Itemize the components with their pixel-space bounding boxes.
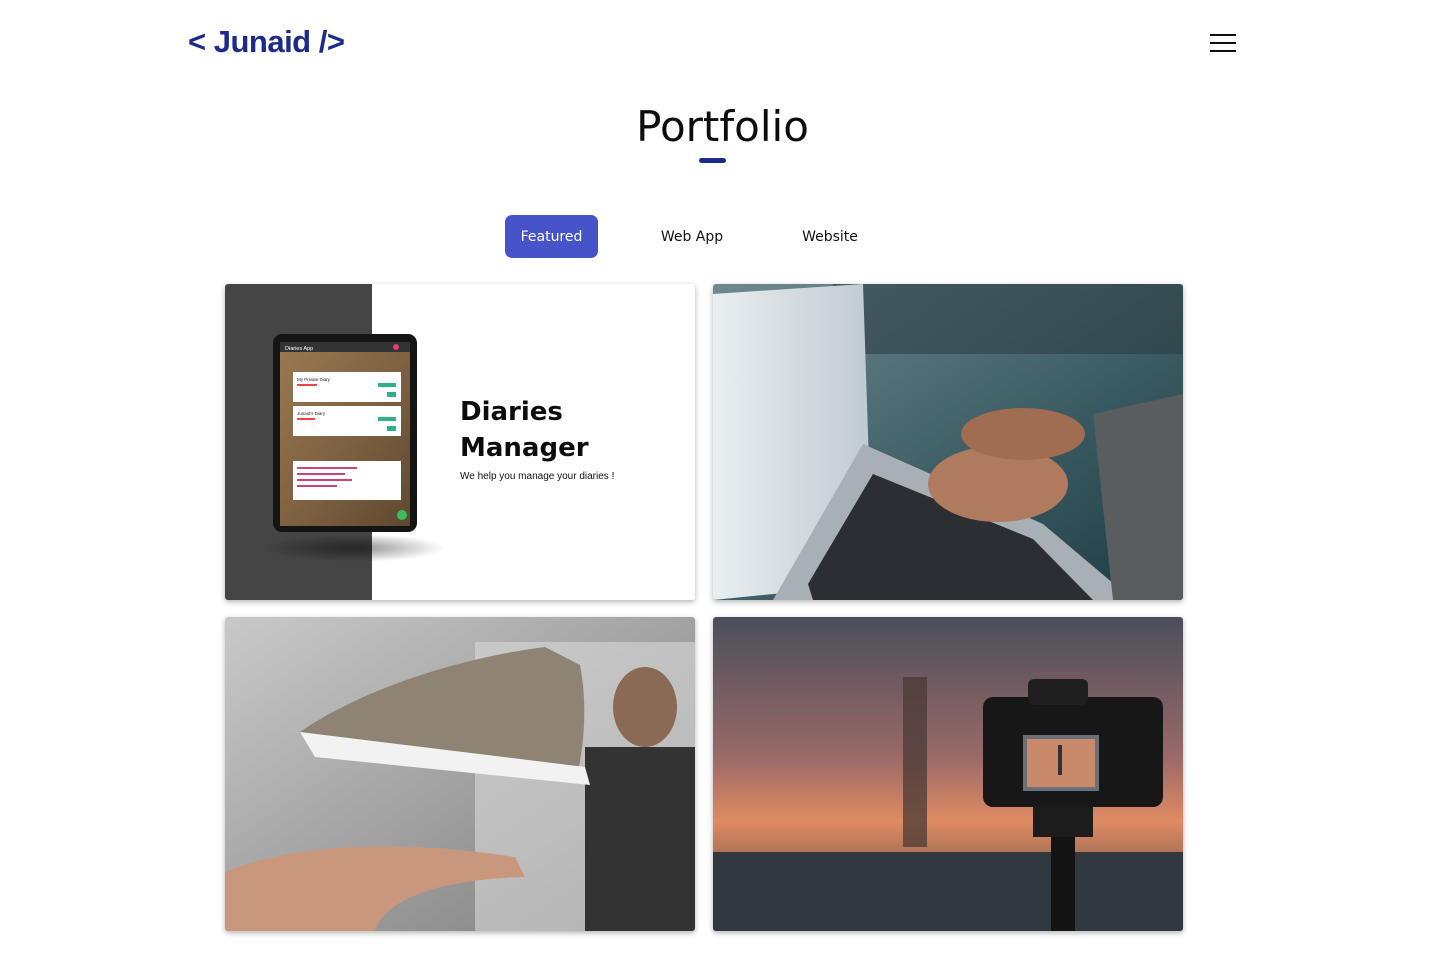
hamburger-menu-icon[interactable] [1210,32,1238,54]
laptop-typing-photo [713,284,1183,600]
camera-sunset-photo [713,617,1183,931]
project-card-diaries-manager[interactable]: Diaries App My Private Diary Junaid's Di… [225,284,695,600]
title-underline [699,158,726,163]
tab-web-app[interactable]: Web App [647,215,737,258]
portfolio-page: < Junaid /> Portfolio Featured Web App W… [0,0,1445,974]
project-subtitle: We help you manage your diaries ! [460,471,615,482]
project-card-sneaker-photo[interactable] [225,617,695,931]
project-card-laptop-typing-photo[interactable] [713,284,1183,600]
project-title: Diaries Manager [460,397,589,463]
project-card-camera-photo[interactable] [713,617,1183,931]
tab-featured[interactable]: Featured [505,215,598,258]
device-app-title: Diaries App [285,346,313,352]
device-entry-2: Junaid's Diary [297,411,326,416]
page-title: Portfolio [636,102,809,151]
logo[interactable]: < Junaid /> [188,24,345,60]
device-entry-1: My Private Diary [297,377,331,382]
floating-sneaker-photo [225,617,695,931]
tab-website[interactable]: Website [787,215,873,258]
